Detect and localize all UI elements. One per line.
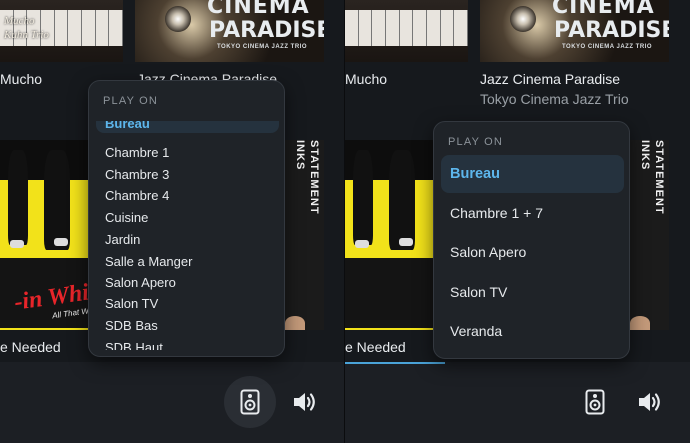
album-art-jazz-cinema-paradise[interactable]: CINEMA PARADISE TOKYO CINEMA JAZZ TRIO xyxy=(135,0,324,62)
figure xyxy=(8,150,28,245)
menu-item-sdb-haut[interactable]: SDB Haut xyxy=(105,340,163,350)
album-art-text: TOKYO CINEMA JAZZ TRIO xyxy=(562,44,653,50)
speaker-icon xyxy=(585,389,605,415)
album-art-text: CINEMA xyxy=(552,0,655,19)
menu-item-veranda[interactable]: Veranda xyxy=(450,312,502,350)
album-art-statement[interactable]: STATEMENT INKS xyxy=(630,140,669,330)
left-panel: Mucho Kuhn Trio CINEMA PARADISE TOKYO CI… xyxy=(0,0,344,443)
album-art-text: PARADISE xyxy=(209,18,324,43)
menu-item-salle-a-manger[interactable]: Salle a Manger xyxy=(105,254,192,269)
album-title[interactable]: e Needed xyxy=(345,339,406,355)
play-on-menu: PLAY ON Bureau Chambre 1 Chambre 3 Chamb… xyxy=(88,80,285,357)
album-art-text: Mucho Kuhn Trio xyxy=(4,15,49,41)
album-art-text: CINEMA xyxy=(207,0,310,19)
menu-item-chambre-4[interactable]: Chambre 4 xyxy=(105,188,169,203)
progress-bar[interactable] xyxy=(345,362,445,364)
menu-item-chambre-1-7[interactable]: Chambre 1 + 7 xyxy=(450,194,543,232)
menu-item-bureau[interactable]: Bureau xyxy=(441,155,624,193)
album-art-mucho[interactable]: Mucho Kuhn Trio xyxy=(0,0,123,62)
menu-item-chambre-3[interactable]: Chambre 3 xyxy=(105,167,169,182)
volume-icon xyxy=(294,393,315,411)
volume-icon xyxy=(639,393,660,411)
menu-header: PLAY ON xyxy=(448,136,504,148)
album-title[interactable]: Mucho xyxy=(345,71,387,87)
menu-item-salon-apero[interactable]: Salon Apero xyxy=(450,233,526,271)
album-art-text: INKS xyxy=(294,140,306,171)
album-art-text: TOKYO CINEMA JAZZ TRIO xyxy=(217,44,308,50)
menu-item-chambre-1[interactable]: Chambre 1 xyxy=(105,145,169,160)
album-art-mucho[interactable] xyxy=(345,0,468,62)
album-artist[interactable]: Tokyo Cinema Jazz Trio xyxy=(480,91,629,107)
album-title[interactable]: Jazz Cinema Paradise xyxy=(480,71,620,87)
play-on-device-button[interactable] xyxy=(224,376,276,428)
player-bar xyxy=(0,362,344,443)
play-on-menu: PLAY ON Bureau Chambre 1 + 7 Salon Apero… xyxy=(433,121,630,359)
menu-list[interactable]: Bureau Chambre 1 Chambre 3 Chambre 4 Cui… xyxy=(89,121,284,350)
menu-item-sdb-bas[interactable]: SDB Bas xyxy=(105,318,158,333)
album-art-white-t[interactable] xyxy=(345,140,445,330)
album-art-text: PARADISE xyxy=(554,18,669,43)
projector-light xyxy=(165,6,191,32)
menu-item-cuisine[interactable]: Cuisine xyxy=(105,210,148,225)
menu-item-bureau[interactable]: Bureau xyxy=(96,121,279,133)
album-art-jazz-cinema-paradise[interactable]: CINEMA PARADISE TOKYO CINEMA JAZZ TRIO xyxy=(480,0,669,62)
volume-button[interactable] xyxy=(624,376,676,428)
album-title[interactable]: e Needed xyxy=(0,339,61,355)
player-bar xyxy=(345,362,690,443)
volume-button[interactable] xyxy=(279,376,331,428)
album-art-statement[interactable]: STATEMENT INKS xyxy=(285,140,324,330)
figure xyxy=(44,150,70,250)
menu-item-salon-apero[interactable]: Salon Apero xyxy=(105,275,176,290)
album-title[interactable]: Mucho xyxy=(0,71,42,87)
speaker-icon xyxy=(240,389,260,415)
menu-header: PLAY ON xyxy=(103,95,159,107)
menu-item-salon-tv[interactable]: Salon TV xyxy=(105,296,158,311)
album-art-text: INKS xyxy=(639,140,651,171)
menu-item-salon-tv[interactable]: Salon TV xyxy=(450,273,507,311)
projector-light xyxy=(510,6,536,32)
play-on-device-button[interactable] xyxy=(569,376,621,428)
album-art-text: STATEMENT xyxy=(653,140,665,215)
album-art-text: STATEMENT xyxy=(308,140,320,215)
menu-item-jardin[interactable]: Jardin xyxy=(105,232,140,247)
